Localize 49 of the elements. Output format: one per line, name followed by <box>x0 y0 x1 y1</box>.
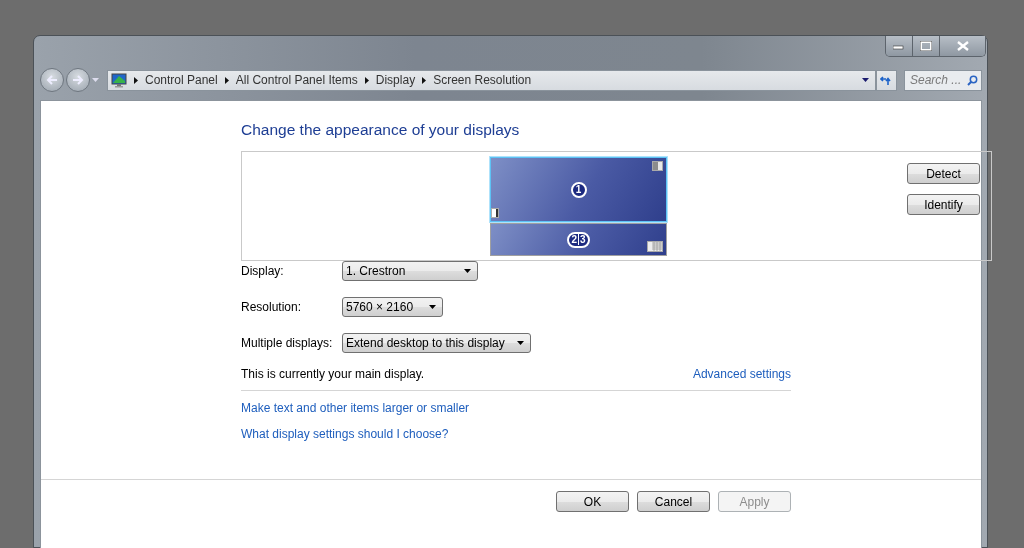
dropdown[interactable]: Extend desktop to this display <box>342 333 531 353</box>
monitor-icon <box>111 72 127 88</box>
chevron-icon <box>134 76 138 84</box>
maximize-icon <box>920 41 932 51</box>
refresh-button[interactable] <box>876 69 897 91</box>
status-text: This is currently your main display. <box>241 367 425 381</box>
chevron-icon <box>364 76 369 84</box>
caret-icon[interactable] <box>862 78 869 82</box>
help-link[interactable]: What display settings should I choose? <box>241 427 449 441</box>
minimize-button[interactable] <box>886 36 913 56</box>
dropdown[interactable]: 5760 × 2160 <box>342 297 443 317</box>
advanced-settings-link[interactable]: Advanced settings <box>692 367 791 381</box>
breadcrumb[interactable]: Display <box>375 73 416 87</box>
breadcrumb[interactable]: All Control Panel Items <box>235 73 358 87</box>
chevron-icon <box>224 76 229 84</box>
setting-label: Multiple displays: <box>241 336 334 350</box>
forward-arrow-icon <box>72 75 84 85</box>
forward-button[interactable] <box>66 68 90 92</box>
dialog-button[interactable]: Cancel <box>637 491 710 512</box>
caret-icon <box>429 305 436 309</box>
search-field[interactable]: Search ... <box>904 69 982 91</box>
breadcrumb[interactable]: Control Panel <box>145 73 218 87</box>
search-icon[interactable] <box>967 74 978 86</box>
dropdown[interactable]: 1. Crestron <box>342 261 478 281</box>
dialog-button[interactable]: OK <box>556 491 629 512</box>
grid-icon <box>647 241 663 252</box>
help-link[interactable]: Make text and other items larger or smaller <box>241 401 470 415</box>
arrows-icon <box>880 74 893 86</box>
monitor-number: 1 <box>570 181 587 198</box>
setting-label: Display: <box>241 264 285 278</box>
close-button[interactable] <box>940 36 985 56</box>
back-arrow-icon <box>46 75 58 85</box>
address-bar[interactable]: Control Panel All Control Panel Items Display Screen Resolution <box>107 69 876 91</box>
monitor-number: 2 3 <box>567 231 590 248</box>
taskbar-icon <box>491 208 499 218</box>
window-icon <box>652 161 663 171</box>
monitor-tile[interactable]: 1 <box>490 157 667 222</box>
caret-icon <box>464 269 471 273</box>
page-heading: Change the appearance of your displays <box>241 121 521 139</box>
maximize-button[interactable] <box>913 36 940 56</box>
caret-icon <box>516 341 524 345</box>
chevron-icon <box>422 76 427 84</box>
monitor-tile[interactable]: 2 3 <box>490 223 667 256</box>
setting-label: Resolution: <box>241 300 303 314</box>
preview-button[interactable]: Identify <box>907 194 980 215</box>
close-icon <box>956 41 969 51</box>
breadcrumb[interactable]: Screen Resolution <box>433 73 532 87</box>
back-button[interactable] <box>40 68 64 92</box>
preview-button[interactable]: Detect <box>907 163 980 184</box>
